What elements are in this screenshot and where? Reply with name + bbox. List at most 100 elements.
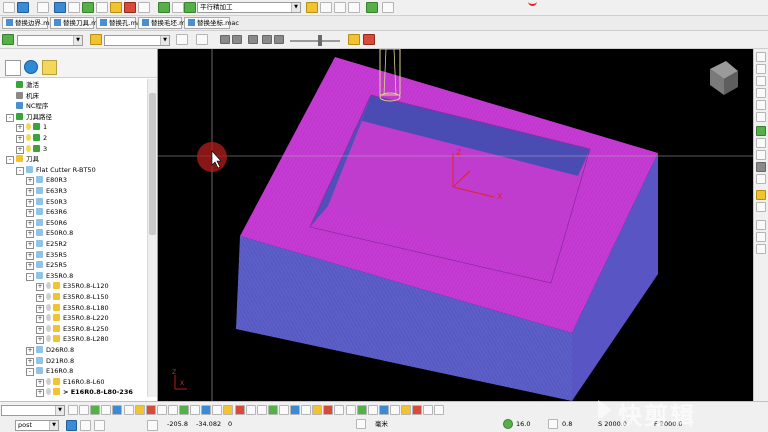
zoom-icon[interactable] [756,126,766,136]
view-front-icon[interactable] [756,76,766,86]
collapse-icon[interactable]: - [6,113,14,122]
expand-icon[interactable]: + [36,325,44,334]
bottom-tool-icon[interactable] [223,405,234,415]
tree-item-tool[interactable]: + E50R6 [0,218,146,228]
expand-icon[interactable]: + [36,283,44,292]
tree-item-tool-variant[interactable]: + E35R0.8-L180 [0,303,146,313]
bottom-tool-icon[interactable] [389,405,400,415]
macro-replace-tool-button[interactable]: 替换刀具.mac [50,17,105,29]
collapse-icon[interactable]: - [26,368,34,377]
speed-slider-thumb[interactable] [318,35,322,46]
bottom-tool-icon[interactable] [356,405,367,415]
tree-item-tool[interactable]: + E63R6 [0,207,146,218]
view-cube[interactable] [710,61,738,95]
expand-icon[interactable]: + [36,389,44,398]
tree-item-nc-programs[interactable]: NC程序 [0,101,146,111]
block-icon[interactable] [54,2,66,13]
rotate-icon[interactable] [756,162,766,172]
import-icon[interactable] [37,2,49,13]
tree-item-tool[interactable]: + D21R0.8 [0,356,146,366]
bottom-tool-icon[interactable] [412,405,423,415]
expand-icon[interactable]: + [16,124,24,133]
bottom-tool-icon[interactable] [256,405,267,415]
tree-item-toolpath-2[interactable]: +2 [0,133,146,143]
expand-icon[interactable]: + [26,230,34,239]
bottom-tool-icon[interactable] [245,405,256,415]
command-combo[interactable]: ▼ [1,405,65,416]
bottom-tool-icon[interactable] [190,405,201,415]
section-icon[interactable] [756,232,766,242]
bottom-tool-icon[interactable] [312,405,323,415]
model-combo[interactable]: ▼ [104,35,170,46]
bottom-tool-icon[interactable] [334,405,345,415]
expand-icon[interactable]: + [36,336,44,345]
bottom-tool-icon[interactable] [90,405,101,415]
expand-icon[interactable]: + [26,262,34,271]
lightbulb-icon[interactable] [26,134,31,141]
bottom-tool-icon[interactable] [378,405,389,415]
grid-icon[interactable] [382,2,394,13]
light-icon[interactable] [176,34,188,45]
tree-item-tool[interactable]: + E25R2 [0,239,146,249]
step-forward-icon[interactable] [262,35,272,44]
shade-icon[interactable] [756,190,766,200]
tree-item-tool[interactable]: + D26R0.8 [0,345,146,355]
tree-item-machine[interactable]: 机床 [0,91,146,101]
rewind-icon[interactable] [220,35,230,44]
tree-item-tool-folder[interactable]: - Flat Cutter R-BT50 [0,165,146,175]
bottom-tool-icon[interactable] [367,405,378,415]
collapse-icon[interactable]: - [6,156,14,165]
tool-icon[interactable] [68,2,80,13]
tool-view-icon[interactable] [196,34,208,45]
macro-replace-stock-button[interactable]: 替换毛坯.mac [138,17,193,29]
lightbulb-icon[interactable] [46,377,51,385]
expand-icon[interactable]: + [16,135,24,143]
tool-radius-icon[interactable] [548,419,558,429]
bottom-tool-icon[interactable] [234,405,245,415]
speed-slider-track[interactable] [290,40,340,42]
tree-item-tool-variant[interactable]: + E35R0.8-L250 [0,324,146,334]
expand-icon[interactable]: + [26,198,34,207]
bottom-tool-icon[interactable] [145,405,156,415]
layer-combo[interactable]: ▼ [17,35,83,46]
step-back-icon[interactable] [232,35,242,44]
expand-icon[interactable]: + [26,219,34,228]
lightbulb-icon[interactable] [46,293,51,300]
bottom-tool-icon[interactable] [278,405,289,415]
expand-icon[interactable]: + [36,294,44,302]
tree-item-tool-variant[interactable]: + E35R0.8-L280 [0,334,146,345]
save-icon[interactable] [17,2,29,13]
tool-status-icon[interactable] [94,420,105,431]
expand-icon[interactable]: + [36,315,44,324]
tree-item-tool-variant-active[interactable]: + > E16R0.8-L80-236 [0,387,146,398]
tree-item-tool[interactable]: + E50R0.8 [0,228,146,239]
toolpath-strategy-icon[interactable] [158,2,170,13]
fast-forward-icon[interactable] [274,35,284,44]
bottom-tool-icon[interactable] [112,405,123,415]
expand-icon[interactable]: + [26,188,34,196]
tree-item-tool-variant[interactable]: + E35R0.8-L120 [0,281,146,292]
statistics-icon[interactable] [320,2,332,13]
verify-icon[interactable] [334,2,346,13]
view-bottom-icon[interactable] [756,112,766,122]
bottom-tool-icon[interactable] [212,405,223,415]
tree-item-toolpaths[interactable]: - 刀具路径 [0,112,146,122]
expand-icon[interactable]: + [26,177,34,186]
bottom-tool-icon[interactable] [179,405,189,415]
zoom-out-icon[interactable] [756,150,766,160]
view-top-icon[interactable] [756,64,766,74]
bottom-tool-icon[interactable] [434,405,445,415]
bottom-tool-icon[interactable] [68,405,78,415]
wireframe-icon[interactable] [756,202,766,212]
view-iso-icon[interactable] [756,52,766,62]
collapse-icon[interactable]: - [16,166,24,175]
model-icon[interactable] [90,34,102,45]
chevron-down-icon[interactable]: ▼ [160,36,169,45]
chevron-down-icon[interactable]: ▼ [55,406,64,415]
boundary-icon[interactable] [82,2,94,13]
macro-replace-boundary-button[interactable]: 替换边界.mac [2,17,57,29]
expand-icon[interactable]: + [16,145,24,154]
tree-item-tool[interactable]: + E63R3 [0,186,146,196]
bottom-tool-icon[interactable] [401,405,411,415]
bottom-tool-icon[interactable] [345,405,356,415]
